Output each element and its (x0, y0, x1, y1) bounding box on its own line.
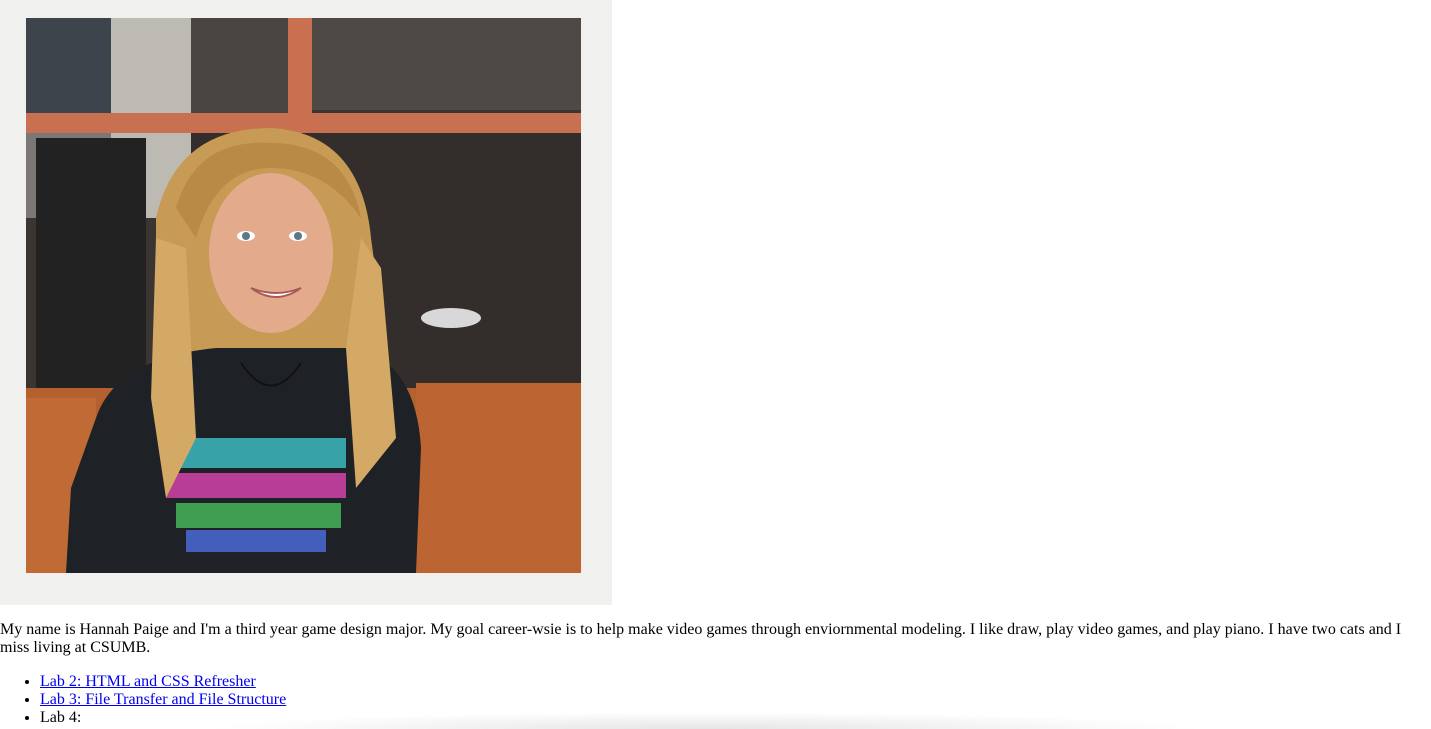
list-item: Lab 2: HTML and CSS Refresher (40, 673, 286, 691)
lab-links-list: Lab 2: HTML and CSS Refresher Lab 3: Fil… (0, 673, 286, 727)
lab-3-link[interactable]: Lab 3: File Transfer and File Structure (40, 691, 286, 708)
list-item: Lab 4: (40, 709, 286, 727)
lab-2-link[interactable]: Lab 2: HTML and CSS Refresher (40, 673, 256, 690)
lab-4-label: Lab 4: (40, 709, 82, 726)
profile-photo-drawing (26, 18, 581, 573)
list-item: Lab 3: File Transfer and File Structure (40, 691, 286, 709)
profile-photo (26, 18, 581, 573)
bottom-shadow (200, 712, 1210, 729)
bio-paragraph: My name is Hannah Paige and I'm a third … (0, 621, 1402, 656)
photo-frame (0, 0, 612, 605)
